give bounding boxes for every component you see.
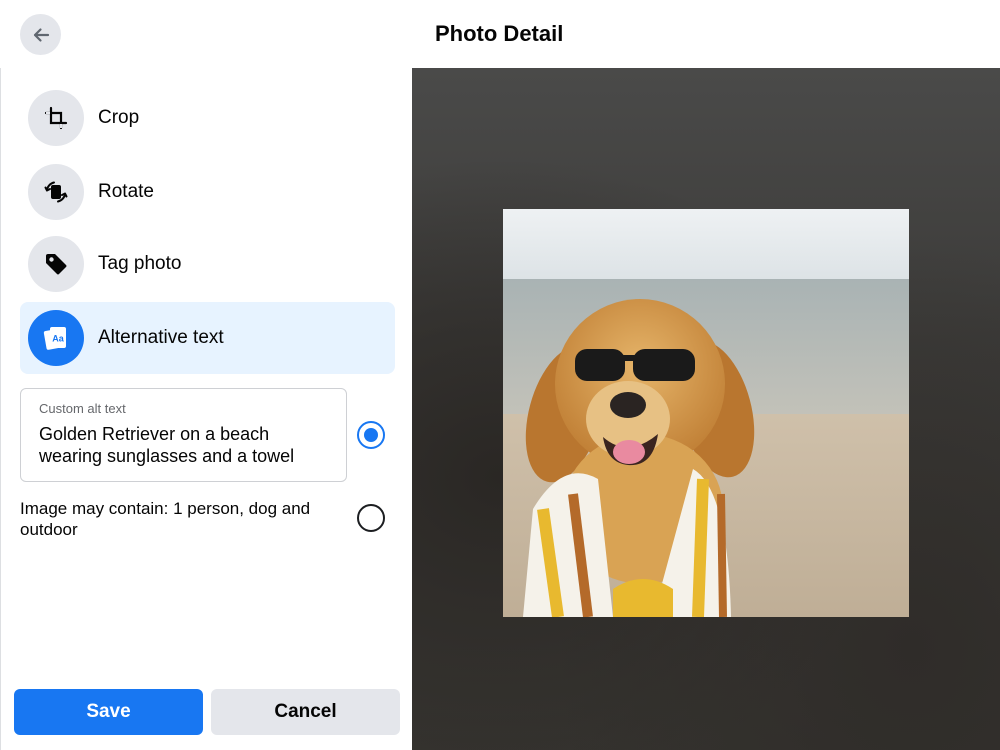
menu-item-label: Rotate xyxy=(98,181,154,202)
cancel-button[interactable]: Cancel xyxy=(211,689,400,735)
menu-item-crop[interactable]: Crop xyxy=(20,82,395,154)
suggestion-line: Image may contain: 1 person, dog and xyxy=(20,499,311,518)
menu-item-tag-photo[interactable]: Tag photo xyxy=(20,228,395,300)
menu-item-label: Tag photo xyxy=(98,253,182,274)
custom-alt-text-radio[interactable] xyxy=(357,421,385,449)
suggestion-line: outdoor xyxy=(20,520,78,539)
custom-alt-text-field[interactable]: Custom alt text Golden Retriever on a be… xyxy=(20,388,347,482)
rotate-icon xyxy=(44,181,68,203)
arrow-left-icon xyxy=(33,27,49,42)
photo-preview xyxy=(503,209,909,617)
svg-text:Aa: Aa xyxy=(52,334,64,344)
custom-alt-text-label: Custom alt text xyxy=(39,401,126,416)
tag-icon xyxy=(46,254,67,275)
custom-alt-text-line: Golden Retriever on a beach xyxy=(39,424,270,444)
custom-alt-text-line: wearing sunglasses and a towel xyxy=(39,446,295,466)
dog-photo-illustration xyxy=(503,209,909,617)
custom-alt-text-value: Golden Retriever on a beach wearing sung… xyxy=(39,423,328,467)
page-title: Photo Detail xyxy=(435,21,564,46)
radio-selected-dot xyxy=(364,428,378,442)
alt-text-icon: Aa xyxy=(43,327,66,350)
menu-item-label: Alternative text xyxy=(98,327,224,348)
save-button[interactable]: Save xyxy=(14,689,203,735)
auto-alt-text-suggestion[interactable]: Image may contain: 1 person, dog and out… xyxy=(20,498,340,540)
menu-item-rotate[interactable]: Rotate xyxy=(20,156,395,228)
auto-alt-text-radio[interactable] xyxy=(357,504,385,532)
crop-icon xyxy=(44,106,68,130)
edit-options-panel: Crop Rotate Tag photo Aa Alternative tex… xyxy=(0,68,412,750)
photo-viewer xyxy=(412,68,1000,750)
photo-detail-window: Photo Detail Crop Rotate Tag photo Aa Al… xyxy=(0,0,1000,750)
menu-item-alternative-text[interactable]: Aa Alternative text xyxy=(20,302,395,374)
back-button[interactable] xyxy=(20,14,61,55)
header: Photo Detail xyxy=(0,0,1000,68)
menu-item-label: Crop xyxy=(98,107,140,128)
